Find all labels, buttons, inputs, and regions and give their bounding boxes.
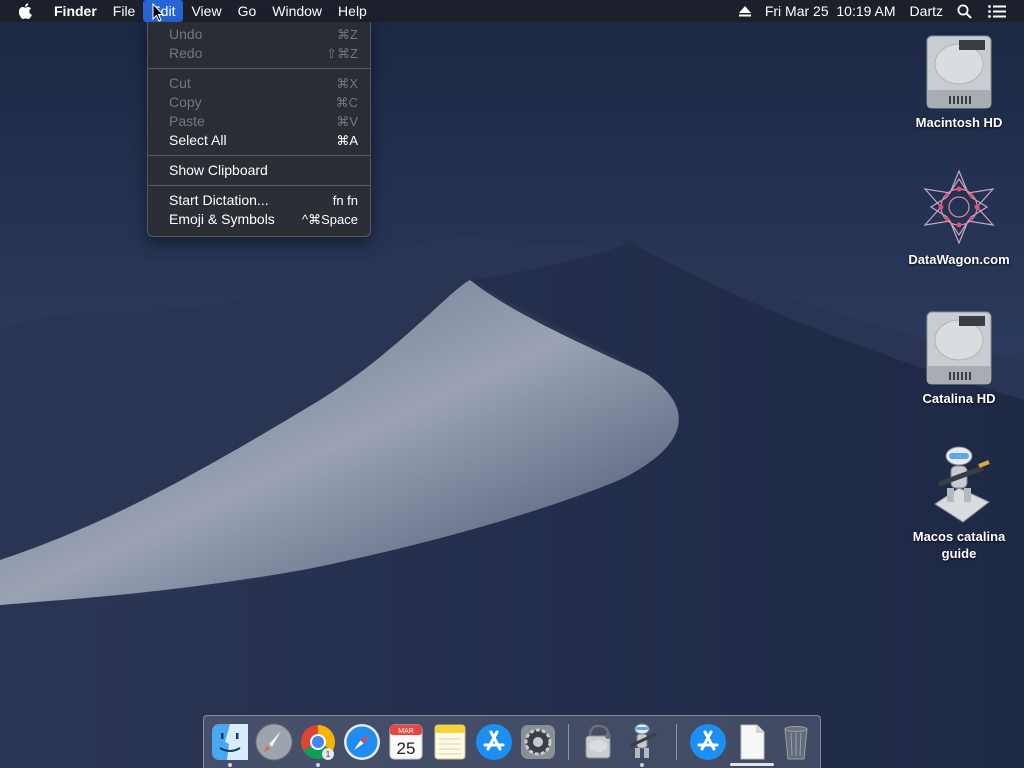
status-area: Fri Mar 25 10:19 AM Dartz — [731, 0, 1024, 22]
menu-separator — [148, 68, 370, 69]
mouse-cursor-icon — [152, 2, 165, 27]
dock-divider — [676, 724, 677, 760]
menu-item-shortcut: ⌘Z — [337, 27, 358, 42]
desktop-icon-macos-catalina-guide[interactable]: Macos catalina guide — [904, 444, 1014, 562]
menu-separator — [148, 155, 370, 156]
menu-item-shortcut: ⌘A — [336, 133, 358, 148]
disk-utility-icon[interactable] — [578, 722, 618, 762]
list-icon[interactable] — [980, 0, 1014, 22]
eject-icon[interactable] — [731, 0, 759, 22]
search-icon[interactable] — [949, 0, 980, 22]
menu-item-show-clipboard[interactable]: Show Clipboard — [148, 161, 370, 180]
menu-item-undo[interactable]: Undo ⌘Z — [148, 25, 370, 44]
desktop-icon-label: Catalina HD — [922, 391, 996, 406]
menu-separator — [148, 185, 370, 186]
running-indicator — [316, 763, 320, 767]
menu-item-select-all[interactable]: Select All ⌘A — [148, 131, 370, 150]
menu-item-copy[interactable]: Copy ⌘C — [148, 93, 370, 112]
menu-item-label: Select All — [169, 132, 227, 148]
download-progress-bar — [730, 763, 774, 766]
desktop-icon-label: Macos catalina — [912, 529, 1006, 544]
calendar-icon[interactable]: MAR 25 — [386, 722, 426, 762]
geometric-star-icon — [919, 167, 999, 247]
notes-icon[interactable] — [430, 722, 470, 762]
menu-item-shortcut: ^⌘Space — [302, 212, 358, 227]
calendar-day: 25 — [397, 739, 416, 758]
desktop-icon-label-line2: guide — [941, 546, 977, 561]
desktop-icon-datawagon[interactable]: DataWagon.com — [904, 167, 1014, 268]
menu-file[interactable]: File — [105, 0, 144, 22]
menu-item-emoji-symbols[interactable]: Emoji & Symbols ^⌘Space — [148, 210, 370, 229]
menu-help[interactable]: Help — [330, 0, 375, 22]
hard-drive-icon — [919, 30, 999, 110]
menu-item-shortcut: ⌘V — [336, 114, 358, 129]
app-store-icon[interactable] — [474, 722, 514, 762]
automator-robot-icon — [919, 444, 999, 524]
running-indicator — [640, 763, 644, 767]
menu-item-shortcut: ⇧⌘Z — [326, 46, 358, 61]
running-indicator — [228, 763, 232, 767]
menu-item-shortcut: fn fn — [332, 193, 358, 208]
chrome-badge-count: 1 — [326, 750, 331, 759]
menu-window[interactable]: Window — [264, 0, 330, 22]
chrome-icon[interactable]: 1 — [298, 722, 338, 762]
menu-go[interactable]: Go — [230, 0, 265, 22]
menu-item-label: Start Dictation... — [169, 192, 269, 208]
menu-item-label: Emoji & Symbols — [169, 211, 275, 227]
menu-item-label: Undo — [169, 26, 203, 42]
menu-item-label: Show Clipboard — [169, 162, 268, 178]
desktop-icon-catalina-hd[interactable]: Catalina HD — [904, 306, 1014, 407]
launchpad-icon[interactable] — [254, 722, 294, 762]
edit-menu-dropdown: Undo ⌘Z Redo ⇧⌘Z Cut ⌘X Copy ⌘C Paste ⌘V… — [147, 22, 371, 237]
calendar-month: MAR — [398, 728, 414, 735]
menu-item-shortcut: ⌘C — [335, 95, 358, 110]
apple-icon[interactable] — [0, 0, 46, 22]
system-preferences-icon[interactable] — [518, 722, 558, 762]
desktop-icon-label: Macintosh HD — [915, 115, 1003, 130]
desktop-icon-label: DataWagon.com — [908, 252, 1010, 267]
menu-item-label: Paste — [169, 113, 205, 129]
menu-item-label: Copy — [169, 94, 202, 110]
trash-icon[interactable] — [776, 722, 816, 762]
menu-view[interactable]: View — [183, 0, 229, 22]
menubar-clock[interactable]: Fri Mar 25 10:19 AM — [759, 0, 902, 22]
app-store-download-icon[interactable] — [688, 722, 728, 762]
dock-divider — [568, 724, 569, 760]
dock: 1 MAR 25 — [203, 715, 821, 768]
menu-item-redo[interactable]: Redo ⇧⌘Z — [148, 44, 370, 63]
hard-drive-icon — [919, 306, 999, 386]
menu-item-cut[interactable]: Cut ⌘X — [148, 74, 370, 93]
menu-item-start-dictation[interactable]: Start Dictation... fn fn — [148, 191, 370, 210]
document-icon[interactable] — [732, 722, 772, 762]
menu-item-shortcut: ⌘X — [336, 76, 358, 91]
app-name-finder[interactable]: Finder — [46, 0, 105, 22]
finder-icon[interactable] — [210, 722, 250, 762]
automator-icon[interactable] — [622, 722, 662, 762]
menu-item-paste[interactable]: Paste ⌘V — [148, 112, 370, 131]
menubar-user[interactable]: Dartz — [902, 0, 949, 22]
safari-icon[interactable] — [342, 722, 382, 762]
desktop-icon-macintosh-hd[interactable]: Macintosh HD — [904, 30, 1014, 131]
menu-item-label: Redo — [169, 45, 203, 61]
menu-item-label: Cut — [169, 75, 191, 91]
